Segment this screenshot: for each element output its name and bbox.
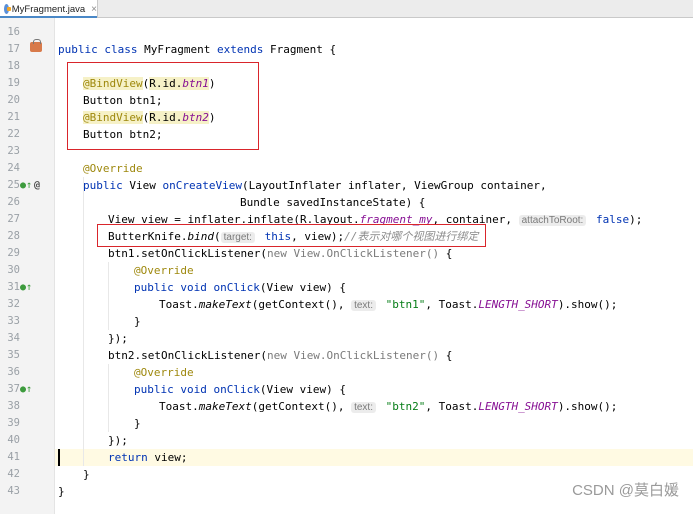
code-line-35[interactable]: btn2.setOnClickListener(new View.OnClick… xyxy=(108,347,452,364)
line-number: 33 xyxy=(7,315,20,327)
code-line-17[interactable]: public class MyFragment extends Fragment… xyxy=(58,41,336,58)
code-line-34[interactable]: }); xyxy=(108,330,128,347)
line-number: 31 xyxy=(7,281,20,293)
parameter-hint: text: xyxy=(351,402,376,413)
indent-guide xyxy=(83,177,84,466)
code-line-29[interactable]: btn1.setOnClickListener(new View.OnClick… xyxy=(108,245,452,262)
code-line-25[interactable]: public View onCreateView(LayoutInflater … xyxy=(83,177,547,194)
line-number: 20 xyxy=(7,94,20,106)
class-marker-icon[interactable] xyxy=(30,39,42,52)
override-marker-icon[interactable]: ●↑ xyxy=(20,279,32,296)
code-line-32[interactable]: Toast.makeText(getContext(), text: "btn1… xyxy=(159,296,617,313)
code-line-33[interactable]: } xyxy=(134,313,141,330)
line-number: 22 xyxy=(7,128,20,140)
code-line-41[interactable]: return view; xyxy=(108,449,188,466)
line-number: 23 xyxy=(7,145,20,157)
code-line-30[interactable]: @Override xyxy=(134,262,194,279)
watermark: CSDN @莫白媛 xyxy=(572,482,679,499)
code-line-26[interactable]: Bundle savedInstanceState) { xyxy=(240,194,425,211)
override-marker-icon[interactable]: ●↑ xyxy=(20,381,32,398)
line-number: 36 xyxy=(7,366,20,378)
line-number: 37 xyxy=(7,383,20,395)
code-line-36[interactable]: @Override xyxy=(134,364,194,381)
override-marker-icon[interactable]: ●↑ xyxy=(20,177,32,194)
line-number: 40 xyxy=(7,434,20,446)
code-line-38[interactable]: Toast.makeText(getContext(), text: "btn2… xyxy=(159,398,617,415)
line-number: 35 xyxy=(7,349,20,361)
line-number: 21 xyxy=(7,111,20,123)
highlight-box-butterknife-bind xyxy=(97,224,486,247)
line-number: 18 xyxy=(7,60,20,72)
annotation-marker-icon[interactable]: @ xyxy=(34,177,40,194)
line-number: 30 xyxy=(7,264,20,276)
parameter-hint: attachToRoot: xyxy=(518,215,587,226)
line-number: 34 xyxy=(7,332,20,344)
indent-guide xyxy=(108,262,109,330)
close-icon[interactable]: × xyxy=(91,4,97,15)
highlight-box-bindview xyxy=(67,62,259,150)
line-number: 29 xyxy=(7,247,20,259)
line-number: 17 xyxy=(7,43,20,55)
line-number: 43 xyxy=(7,485,20,497)
tab-label: MyFragment.java xyxy=(11,3,86,15)
line-number: 16 xyxy=(7,26,20,38)
line-number: 38 xyxy=(7,400,20,412)
line-number: 32 xyxy=(7,298,20,310)
line-number: 42 xyxy=(7,468,20,480)
code-line-37[interactable]: public void onClick(View view) { xyxy=(134,381,346,398)
line-number: 26 xyxy=(7,196,20,208)
indent-guide xyxy=(108,364,109,432)
tab-myfragment-java[interactable]: MyFragment.java × xyxy=(0,0,98,18)
line-number: 25 xyxy=(7,179,20,191)
code-line-39[interactable]: } xyxy=(134,415,141,432)
line-number: 24 xyxy=(7,162,20,174)
java-class-icon xyxy=(4,4,11,14)
code-line-31[interactable]: public void onClick(View view) { xyxy=(134,279,346,296)
code-line-42[interactable]: } xyxy=(83,466,90,483)
line-number: 39 xyxy=(7,417,20,429)
line-number: 41 xyxy=(7,451,20,463)
code-line-24[interactable]: @Override xyxy=(83,160,143,177)
editor-tab-bar: MyFragment.java × xyxy=(0,0,693,18)
code-line-43[interactable]: } xyxy=(58,483,65,500)
code-line-40[interactable]: }); xyxy=(108,432,128,449)
line-number: 27 xyxy=(7,213,20,225)
text-caret xyxy=(58,449,60,466)
line-number: 19 xyxy=(7,77,20,89)
parameter-hint: text: xyxy=(351,300,376,311)
line-number: 28 xyxy=(7,230,20,242)
